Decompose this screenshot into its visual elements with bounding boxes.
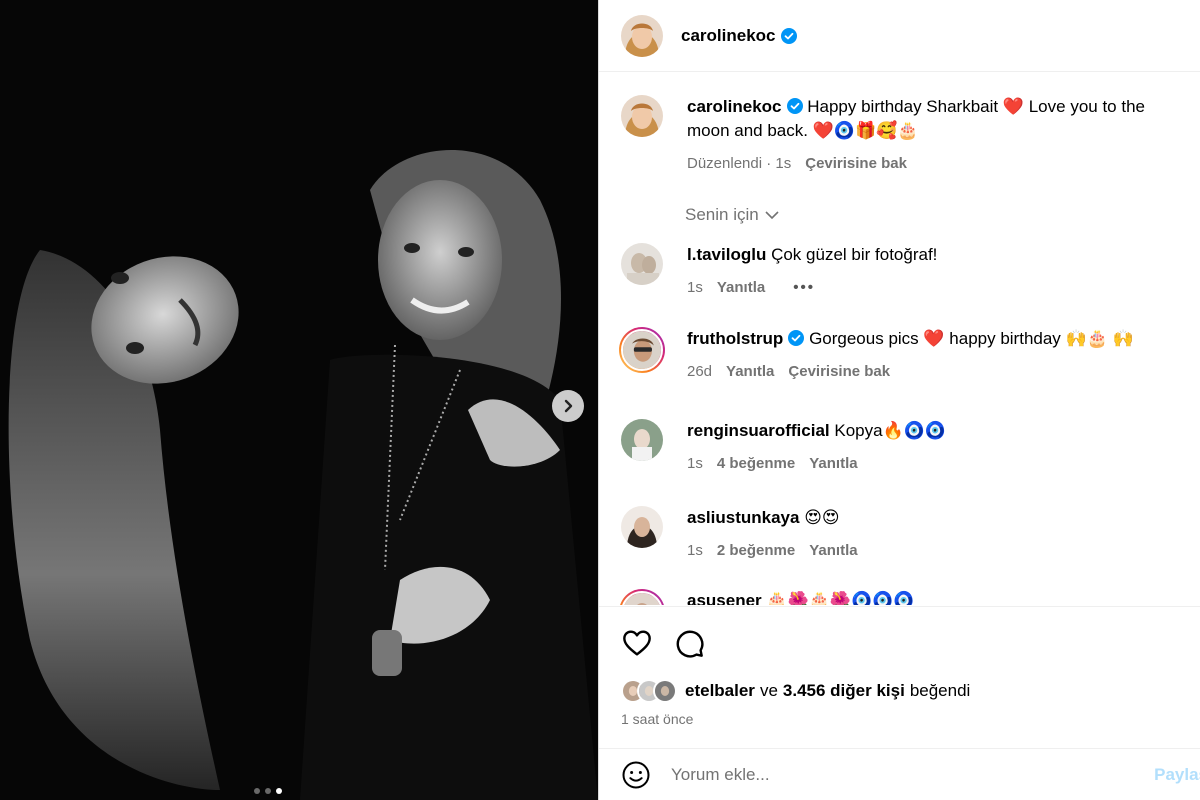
comment-item: frutholstrup Gorgeous pics ❤️ happy birt… — [619, 327, 1190, 380]
avatar[interactable] — [621, 95, 663, 137]
avatar[interactable] — [621, 14, 663, 57]
post-comment-button[interactable]: Paylaş — [1154, 765, 1200, 785]
filter-label: Senin için — [685, 205, 759, 224]
carousel-dot — [254, 788, 260, 794]
likes-others[interactable]: 3.456 diğer kişi — [783, 681, 905, 701]
carousel-next-button[interactable] — [552, 390, 584, 422]
comment-text: 🎂🌺🎂🌺🧿🧿🧿 — [766, 591, 915, 605]
post-actions: etelbaler ve 3.456 diğer kişi beğendi 1 … — [599, 606, 1200, 727]
likes-summary: etelbaler ve 3.456 diğer kişi beğendi — [621, 679, 970, 703]
avatar-image — [621, 591, 663, 605]
avatar[interactable] — [619, 589, 665, 605]
avatar[interactable] — [653, 679, 677, 703]
avatar[interactable] — [621, 506, 663, 548]
comment-icon[interactable] — [673, 627, 705, 659]
comment-time: 1s — [687, 455, 703, 472]
comment-item: asliustunkaya 😍😍 1s 2 beğenme Yanıtla — [621, 506, 1190, 559]
verified-icon — [786, 98, 803, 114]
comment-text: Kopya🔥🧿🧿 — [834, 421, 947, 440]
caption-text: carolinekoc Happy birthday Sharkbait ❤️ … — [687, 95, 1187, 143]
comment-likes[interactable]: 4 beğenme — [717, 455, 795, 472]
carousel-dots — [254, 788, 282, 794]
carousel-dot — [265, 788, 271, 794]
comment-input[interactable] — [671, 764, 1141, 785]
likes-connector: ve — [759, 681, 778, 700]
comment-time: 26d — [687, 363, 713, 380]
comment-item: asusener 🎂🌺🎂🌺🧿🧿🧿 — [619, 589, 1190, 605]
verified-icon — [780, 27, 797, 44]
comment-time: 1s — [687, 279, 703, 296]
comment-filter-dropdown[interactable]: Senin için — [685, 205, 779, 225]
comment-text: 😍😍 — [804, 508, 840, 527]
reply-button[interactable]: Yanıtla — [726, 363, 774, 380]
reply-button[interactable]: Yanıtla — [809, 542, 857, 559]
more-icon[interactable]: ••• — [793, 279, 815, 296]
post-timestamp: 1 saat önce — [621, 711, 694, 727]
reply-button[interactable]: Yanıtla — [809, 455, 857, 472]
avatar[interactable] — [619, 327, 665, 373]
translate-link[interactable]: Çevirisine bak — [788, 363, 890, 380]
comment-username[interactable]: asliustunkaya — [687, 508, 799, 527]
comment-username[interactable]: l.taviloglu — [687, 245, 766, 264]
avatar-image — [621, 329, 663, 371]
caption-edited: Düzenlendi · 1s — [687, 155, 792, 172]
photo-image — [0, 0, 598, 800]
comment-likes[interactable]: 2 beğenme — [717, 542, 795, 559]
verified-icon — [788, 330, 805, 346]
likes-suffix: beğendi — [909, 681, 971, 700]
avatar[interactable] — [621, 243, 663, 285]
comment-composer: Paylaş — [599, 748, 1200, 800]
comment-item: l.taviloglu Çok güzel bir fotoğraf! 1s Y… — [621, 243, 1190, 296]
caption-meta: Düzenlendi · 1s Çevirisine bak — [687, 155, 1187, 172]
avatar[interactable] — [621, 419, 663, 461]
comment-text: Çok güzel bir fotoğraf! — [771, 245, 938, 264]
comment-text: Gorgeous pics ❤️ happy birthday 🙌🎂 🙌 — [809, 329, 1134, 348]
post-header: carolinekoc — [599, 0, 1200, 72]
heart-icon[interactable] — [621, 627, 653, 659]
emoji-icon[interactable] — [621, 760, 651, 790]
carousel-dot-active — [276, 788, 282, 794]
likes-first-user[interactable]: etelbaler — [685, 681, 755, 701]
caption-username[interactable]: carolinekoc — [687, 97, 782, 116]
comment-username[interactable]: renginsuarofficial — [687, 421, 830, 440]
comment-username[interactable]: asusener — [687, 591, 762, 605]
post-detail-panel: carolinekoc carolinekoc Happy birthday S… — [598, 0, 1200, 800]
comment-item: renginsuarofficial Kopya🔥🧿🧿 1s 4 beğenme… — [621, 419, 1190, 472]
reply-button[interactable]: Yanıtla — [717, 279, 765, 296]
caption: carolinekoc Happy birthday Sharkbait ❤️ … — [621, 95, 1190, 172]
post-photo — [0, 0, 598, 800]
chevron-right-icon — [564, 399, 573, 413]
comment-username[interactable]: frutholstrup — [687, 329, 783, 348]
translate-link[interactable]: Çevirisine bak — [805, 155, 907, 172]
comments-list[interactable]: carolinekoc Happy birthday Sharkbait ❤️ … — [599, 73, 1200, 605]
comment-time: 1s — [687, 542, 703, 559]
chevron-down-icon — [765, 211, 779, 220]
header-username[interactable]: carolinekoc — [681, 26, 776, 46]
